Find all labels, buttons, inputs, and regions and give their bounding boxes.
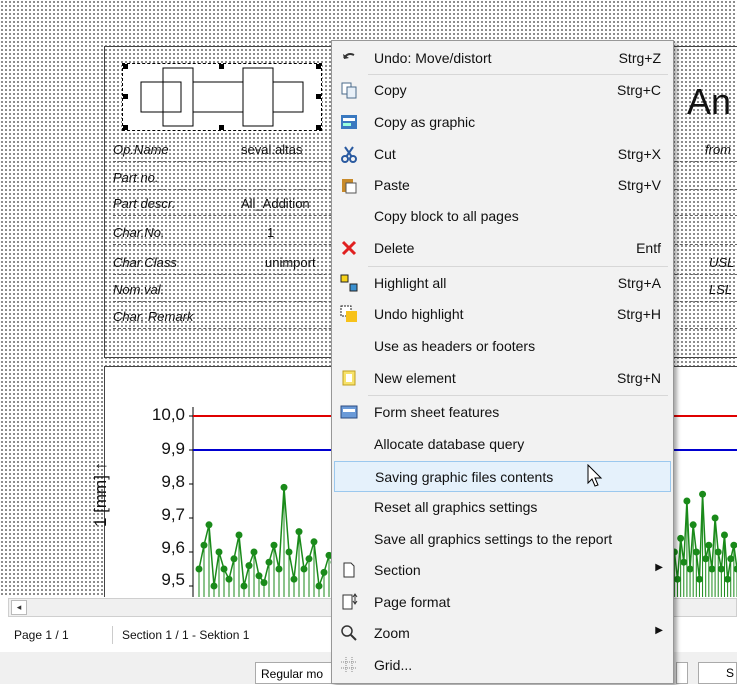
menu-item-copy[interactable]: Copy Strg+C xyxy=(334,75,671,106)
menu-item-paste[interactable]: Paste Strg+V xyxy=(334,170,671,201)
menu-item-label: Copy as graphic xyxy=(374,114,475,130)
y-axis-label: 1 [mm] ↑ xyxy=(91,462,111,527)
y-tick-labels: 10,0 9,9 9,8 9,7 9,6 9,5 xyxy=(125,367,185,597)
magnifier-icon xyxy=(339,624,359,644)
menu-item-label: Cut xyxy=(374,146,396,162)
menu-item-label: Page format xyxy=(374,594,450,610)
menu-item-reset-all-graphics-settings[interactable]: Reset all graphics settings xyxy=(334,492,671,523)
op-name-right: from xyxy=(705,142,731,157)
menu-item-copy-as-graphic[interactable]: Copy as graphic xyxy=(334,107,671,138)
part-no-label: Part no. xyxy=(113,170,159,185)
menu-item-label: Undo highlight xyxy=(374,306,464,322)
menu-item-label: Undo: Move/distort xyxy=(374,50,492,66)
delete-x-icon xyxy=(339,239,359,259)
menu-separator xyxy=(368,395,668,396)
menu-item-shortcut: Strg+X xyxy=(618,146,661,162)
report-title: An xyxy=(687,81,731,123)
op-name-label: Op.Name xyxy=(113,142,169,157)
menu-separator xyxy=(368,74,668,75)
menu-item-label: Copy block to all pages xyxy=(374,208,519,224)
menu-item-label: Zoom xyxy=(374,625,410,641)
menu-item-grid[interactable]: Grid... xyxy=(334,650,671,681)
menu-item-label: Copy xyxy=(374,82,407,98)
menu-item-allocate-database-query[interactable]: Allocate database query xyxy=(334,429,671,460)
paste-icon xyxy=(339,176,359,196)
copy-graphic-icon xyxy=(339,113,359,133)
menu-item-label: Section xyxy=(374,562,421,578)
submenu-arrow-icon: ▶ xyxy=(655,625,663,636)
menu-item-use-as-headers-or-footers[interactable]: Use as headers or footers xyxy=(334,331,671,362)
menu-item-shortcut: Strg+H xyxy=(617,306,661,322)
page-format-icon xyxy=(339,593,359,613)
menu-item-label: Save all graphics settings to the report xyxy=(374,531,612,547)
undo-highlight-icon xyxy=(339,305,359,325)
menu-item-label: Highlight all xyxy=(374,275,446,291)
y-tick-label: 9,7 xyxy=(125,505,185,525)
menu-item-delete[interactable]: Delete Entf xyxy=(334,233,671,264)
y-tick-label: 9,9 xyxy=(125,439,185,459)
menu-item-saving-graphic-files-contents[interactable]: Saving graphic files contents xyxy=(334,461,671,492)
new-element-icon xyxy=(339,369,359,389)
scissors-icon xyxy=(339,145,359,165)
menu-item-shortcut: Strg+V xyxy=(618,177,661,193)
char-no-label: Char.No. xyxy=(113,225,165,240)
y-tick-label: 9,6 xyxy=(125,538,185,558)
context-menu: Undo: Move/distort Strg+Z Copy Strg+C Copy a… xyxy=(331,40,674,684)
undo-icon xyxy=(339,49,359,69)
char-class-label: Char.Class xyxy=(113,255,177,270)
usl-label: USL xyxy=(709,255,734,270)
menu-separator xyxy=(368,266,668,267)
menu-item-shortcut: Strg+N xyxy=(617,370,661,386)
section-page-icon xyxy=(339,561,359,581)
menu-item-cut[interactable]: Cut Strg+X xyxy=(334,139,671,170)
menu-item-shortcut: Strg+A xyxy=(618,275,661,291)
menu-item-new-element[interactable]: New element Strg+N xyxy=(334,363,671,394)
logo-placeholder[interactable] xyxy=(122,63,322,131)
copy-icon xyxy=(339,81,359,101)
menu-item-highlight-all[interactable]: Highlight all Strg+A xyxy=(334,268,671,299)
nom-val-label: Nom.val. xyxy=(113,282,164,297)
menu-item-save-all-graphics-settings-to-the-report[interactable]: Save all graphics settings to the report xyxy=(334,524,671,555)
menu-item-form-sheet-features[interactable]: Form sheet features xyxy=(334,397,671,428)
menu-item-shortcut: Entf xyxy=(636,240,661,256)
menu-item-zoom[interactable]: Zoom ▶ xyxy=(334,618,671,649)
char-class-value: unimport xyxy=(265,255,316,270)
menu-item-undo-move-distort[interactable]: Undo: Move/distort Strg+Z xyxy=(334,43,671,74)
menu-item-label: Reset all graphics settings xyxy=(374,499,537,515)
menu-item-label: Paste xyxy=(374,177,410,193)
scroll-left-arrow-icon[interactable]: ◂ xyxy=(11,600,27,615)
char-remark-label: Char. Remark xyxy=(113,309,193,324)
menu-item-label: Saving graphic files contents xyxy=(375,469,553,485)
menu-item-shortcut: Strg+Z xyxy=(619,50,661,66)
logo-shape-icon xyxy=(123,64,321,130)
menu-item-shortcut: Strg+C xyxy=(617,82,661,98)
y-tick-label: 9,5 xyxy=(125,570,185,590)
highlight-all-icon xyxy=(339,274,359,294)
op-name-value: seval.altas xyxy=(241,142,302,157)
menu-item-label: Grid... xyxy=(374,657,412,673)
menu-item-section[interactable]: Section ▶ xyxy=(334,555,671,586)
menu-item-label: Delete xyxy=(374,240,414,256)
page-indicator: Page 1 / 1 xyxy=(14,628,69,642)
lsl-label: LSL xyxy=(709,282,732,297)
part-descr-label: Part descr. xyxy=(113,196,175,211)
menu-item-label: Form sheet features xyxy=(374,404,499,420)
section-indicator: Section 1 / 1 - Sektion 1 xyxy=(122,628,249,642)
y-tick-label: 9,8 xyxy=(125,472,185,492)
y-tick-label: 10,0 xyxy=(125,405,185,425)
grid-icon xyxy=(339,656,359,676)
menu-item-page-format[interactable]: Page format xyxy=(334,587,671,618)
menu-item-copy-block-to-all-pages[interactable]: Copy block to all pages xyxy=(334,201,671,232)
menu-item-undo-highlight[interactable]: Undo highlight Strg+H xyxy=(334,299,671,330)
part-descr-value: All_Addition xyxy=(241,196,310,211)
menu-item-label: Allocate database query xyxy=(374,436,524,452)
char-no-value: 1 xyxy=(267,225,274,240)
submenu-arrow-icon: ▶ xyxy=(655,562,663,573)
form-sheet-icon xyxy=(339,403,359,423)
menu-item-label: Use as headers or footers xyxy=(374,338,535,354)
mouse-pointer-icon xyxy=(587,464,603,491)
menu-item-label: New element xyxy=(374,370,456,386)
bottom-button-1[interactable] xyxy=(676,662,688,684)
bottom-button-2[interactable]: S xyxy=(698,662,737,684)
